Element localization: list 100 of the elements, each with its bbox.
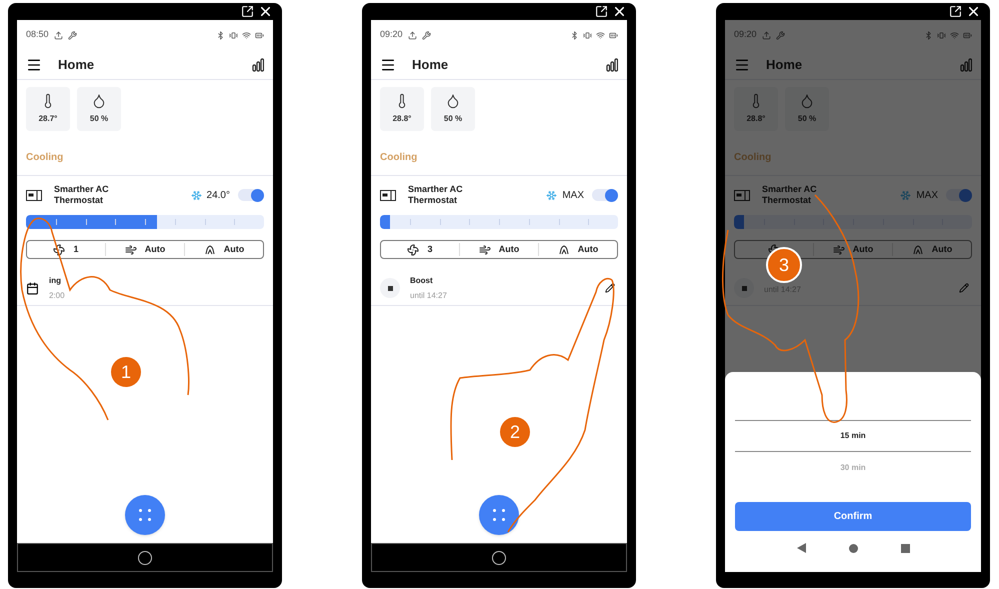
mode-value[interactable]: 3 xyxy=(427,242,432,256)
mode-value[interactable]: Auto xyxy=(144,242,166,256)
confirm-button[interactable]: Confirm xyxy=(735,502,971,531)
stop-button[interactable] xyxy=(380,278,400,298)
vibrate-icon xyxy=(229,30,238,40)
menu-icon[interactable] xyxy=(380,56,396,72)
close-icon[interactable] xyxy=(612,4,627,19)
status-time: 09:20 xyxy=(734,28,757,42)
program-title: Boost xyxy=(410,274,434,286)
battery-icon xyxy=(963,30,972,40)
section-label: Cooling xyxy=(379,151,418,165)
airflow-icon xyxy=(478,244,491,256)
upload-icon xyxy=(408,30,417,40)
sensor-value: 50 % xyxy=(444,113,462,125)
sensor-value: 50 % xyxy=(90,113,108,125)
status-time: 09:20 xyxy=(380,28,403,42)
back-icon[interactable] xyxy=(796,543,806,553)
bluetooth-icon xyxy=(216,30,225,40)
external-link-icon[interactable] xyxy=(595,5,608,18)
sensor-value: 28.7° xyxy=(38,113,58,125)
droplet-icon xyxy=(445,93,461,109)
battery-icon xyxy=(255,30,264,40)
program-row[interactable]: ing 2:00 xyxy=(26,271,264,305)
wrench-icon xyxy=(422,30,431,40)
edit-icon[interactable] xyxy=(605,283,615,293)
temperature-slider[interactable] xyxy=(734,215,972,229)
section-label: Cooling xyxy=(733,151,772,165)
mode-value[interactable]: Auto xyxy=(498,242,520,256)
bar-chart-icon[interactable] xyxy=(252,58,264,72)
battery-icon xyxy=(609,30,618,40)
vibrate-icon xyxy=(583,30,592,40)
program-subtitle: until 14:27 xyxy=(410,290,447,302)
menu-icon[interactable] xyxy=(26,56,42,72)
home-button[interactable] xyxy=(492,550,506,564)
droplet-icon xyxy=(799,93,815,109)
sensor-value: 28.8° xyxy=(746,113,766,125)
mode-value[interactable]: Auto xyxy=(578,242,598,256)
power-toggle[interactable] xyxy=(592,189,618,201)
calendar-icon xyxy=(26,282,39,294)
section-label: Cooling xyxy=(25,151,64,165)
vibrate-icon xyxy=(937,30,946,40)
page-title: Home xyxy=(766,56,802,74)
recents-button[interactable] xyxy=(900,544,910,552)
snowflake-icon xyxy=(900,190,912,200)
sensor-tile[interactable]: 28.8° xyxy=(380,87,424,131)
thermostat-icon xyxy=(734,190,750,200)
apps-fab[interactable] xyxy=(125,495,165,535)
bar-chart-icon[interactable] xyxy=(606,58,618,72)
home-button[interactable] xyxy=(138,550,152,564)
bluetooth-icon xyxy=(570,30,579,40)
setpoint-reading: MAX xyxy=(562,188,584,202)
droplet-icon xyxy=(91,93,107,109)
mode-value[interactable]: 1 xyxy=(73,242,78,256)
external-link-icon[interactable] xyxy=(241,5,254,18)
wrench-icon xyxy=(68,30,77,40)
power-toggle[interactable] xyxy=(946,189,972,201)
wifi-icon xyxy=(950,30,959,40)
home-button[interactable] xyxy=(848,544,858,552)
page-title: Home xyxy=(58,56,94,74)
sensor-tile[interactable]: 28.7° xyxy=(26,87,70,131)
close-icon[interactable] xyxy=(966,4,981,19)
wifi-icon xyxy=(242,30,251,40)
upload-icon xyxy=(54,30,63,40)
airflow-icon xyxy=(832,244,845,256)
thermostat-icon xyxy=(26,190,42,200)
wrench-icon xyxy=(776,30,785,40)
device-name: Smarther AC Thermostat xyxy=(762,184,818,206)
fan-icon xyxy=(407,244,420,256)
bluetooth-icon xyxy=(924,30,933,40)
program-title: ing xyxy=(49,274,62,286)
status-time: 08:50 xyxy=(26,28,49,42)
program-subtitle: 2:00 xyxy=(49,290,65,302)
fan-icon xyxy=(53,244,66,256)
device-name: Smarther AC Thermostat xyxy=(54,184,110,206)
close-icon[interactable] xyxy=(258,4,273,19)
vane-icon xyxy=(558,244,570,256)
snowflake-icon xyxy=(190,190,202,200)
sensor-tile[interactable]: 50 % xyxy=(431,87,475,131)
sensor-value: 28.8° xyxy=(392,113,412,125)
picker-option[interactable]: 15 min xyxy=(735,420,971,452)
wifi-icon xyxy=(596,30,605,40)
sensor-value: 50 % xyxy=(798,113,816,125)
upload-icon xyxy=(762,30,771,40)
power-toggle[interactable] xyxy=(238,189,264,201)
setpoint-reading: 24.0° xyxy=(206,188,230,202)
setpoint-reading: MAX xyxy=(916,188,938,202)
vane-icon xyxy=(204,244,216,256)
sensor-tile[interactable]: 50 % xyxy=(77,87,121,131)
airflow-icon xyxy=(124,244,137,256)
snowflake-icon xyxy=(546,190,558,200)
external-link-icon[interactable] xyxy=(949,5,962,18)
vane-icon xyxy=(912,244,924,256)
temperature-slider[interactable] xyxy=(26,215,264,229)
mode-value[interactable]: Auto xyxy=(224,242,244,256)
device-name: Smarther AC Thermostat xyxy=(408,184,464,206)
program-row[interactable]: Boost until 14:27 xyxy=(380,271,618,305)
thermostat-icon xyxy=(380,190,396,200)
temperature-slider[interactable] xyxy=(380,215,618,229)
apps-fab[interactable] xyxy=(479,495,519,535)
page-title: Home xyxy=(412,56,448,74)
